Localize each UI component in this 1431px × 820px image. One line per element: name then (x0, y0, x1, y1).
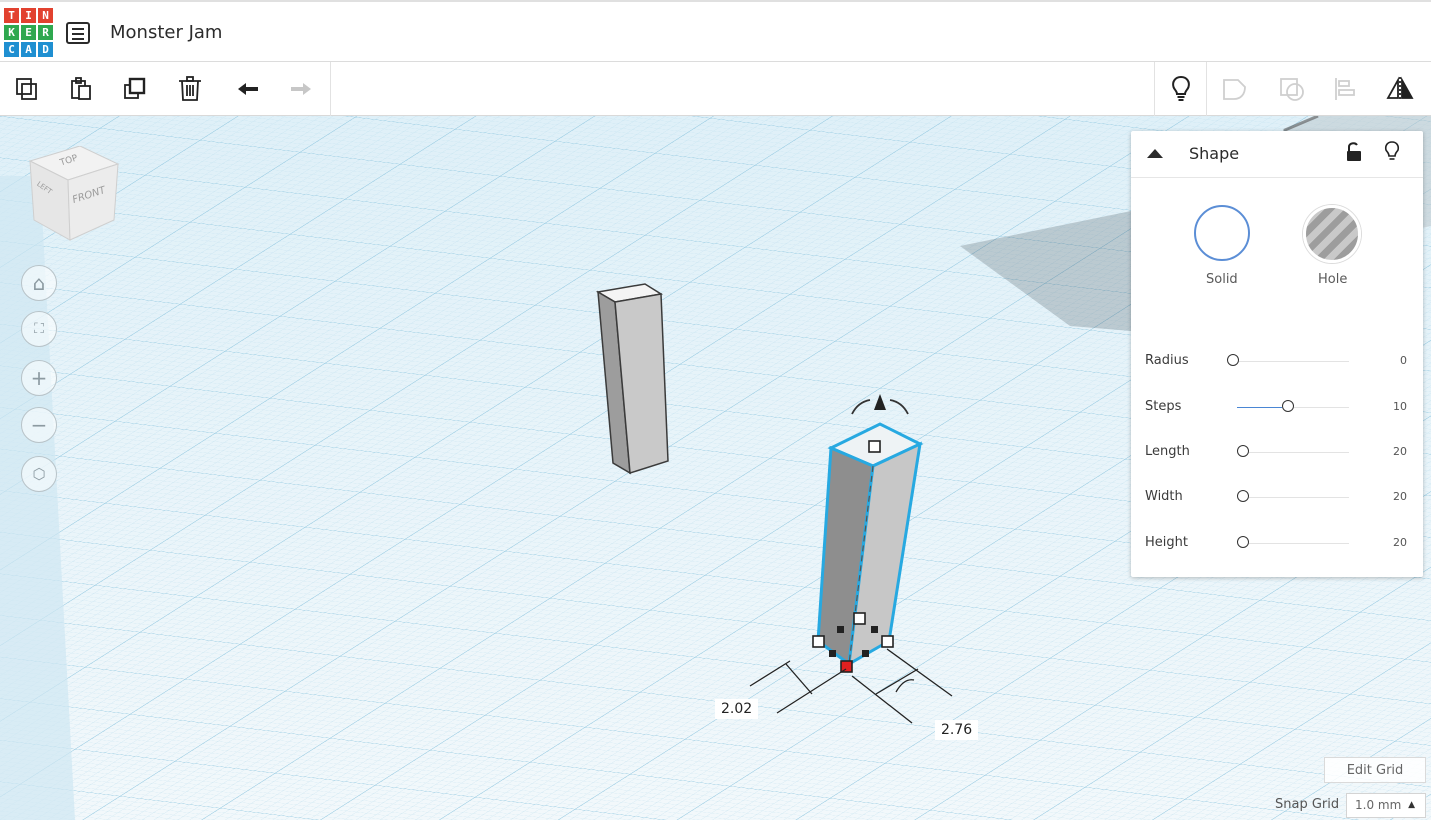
dimension-label-b[interactable]: 2.76 (935, 720, 979, 740)
prop-value[interactable]: 20 (1393, 536, 1407, 549)
home-icon: ⌂ (32, 271, 46, 295)
snap-grid-label: Snap Grid (1275, 797, 1340, 812)
perspective-button[interactable]: ⬡ (21, 456, 57, 492)
lock-icon[interactable] (1345, 141, 1363, 163)
prop-row-length: Length 20 (1145, 442, 1407, 462)
design-list-icon[interactable] (66, 22, 90, 44)
home-view-button[interactable]: ⌂ (21, 265, 57, 301)
edit-toolbar (0, 62, 1431, 116)
fit-icon: ⛶ (34, 321, 44, 337)
prop-row-height: Height 20 (1145, 533, 1407, 553)
snap-grid-select[interactable]: 1.0 mm ▲ (1346, 793, 1426, 818)
fit-view-button[interactable]: ⛶ (21, 311, 57, 347)
redo-icon[interactable] (284, 72, 318, 106)
tinkercad-logo[interactable]: T I N K E R C A D (4, 8, 54, 58)
hole-label: Hole (1318, 272, 1348, 287)
prop-row-radius: Radius 0 (1145, 351, 1407, 371)
zoom-in-icon: + (30, 366, 48, 390)
view-cube[interactable]: TOP FRONT LEFT (28, 145, 120, 244)
prop-row-width: Width 20 (1145, 487, 1407, 507)
snap-grid-value: 1.0 mm (1355, 798, 1402, 812)
zoom-in-button[interactable]: + (21, 360, 57, 396)
prop-slider-knob[interactable] (1237, 445, 1249, 457)
group-icon[interactable] (1218, 72, 1252, 106)
shape-panel-title: Shape (1189, 144, 1240, 163)
mirror-icon[interactable] (1383, 72, 1417, 106)
prop-value[interactable]: 20 (1393, 445, 1407, 458)
prop-row-steps: Steps 10 (1145, 397, 1407, 417)
prop-value[interactable]: 10 (1393, 400, 1407, 413)
prop-value[interactable]: 0 (1400, 354, 1407, 367)
caret-up-icon: ▲ (1408, 800, 1415, 810)
top-bar: T I N K E R C A D Monster Jam (0, 0, 1431, 62)
align-icon[interactable] (1328, 72, 1362, 106)
collapse-caret-icon[interactable] (1147, 149, 1163, 158)
prop-slider-track[interactable] (1237, 361, 1349, 362)
paste-icon[interactable] (64, 72, 98, 106)
prop-name: Width (1145, 489, 1183, 504)
duplicate-icon[interactable] (118, 72, 152, 106)
prop-slider-fill (1237, 407, 1282, 408)
shape-inspector-panel: Shape Solid Hole Radius 0 Steps 10 Length 20 W… (1131, 131, 1423, 577)
hole-button[interactable] (1303, 205, 1361, 263)
copy-icon[interactable] (10, 72, 44, 106)
zoom-out-icon: − (30, 413, 48, 437)
prop-slider-track[interactable] (1237, 452, 1349, 453)
undo-icon[interactable] (231, 72, 265, 106)
prop-value[interactable]: 20 (1393, 490, 1407, 503)
prop-slider-knob[interactable] (1282, 400, 1294, 412)
prop-slider-track[interactable] (1237, 543, 1349, 544)
trash-icon[interactable] (173, 72, 207, 106)
prop-slider-track[interactable] (1237, 497, 1349, 498)
ungroup-icon[interactable] (1275, 72, 1309, 106)
dimension-label-a[interactable]: 2.02 (715, 699, 759, 719)
prop-slider-knob[interactable] (1237, 490, 1249, 502)
prop-slider-knob[interactable] (1237, 536, 1249, 548)
panel-lightbulb-icon[interactable] (1383, 140, 1401, 164)
design-title[interactable]: Monster Jam (110, 22, 222, 43)
solid-button[interactable] (1194, 205, 1250, 261)
perspective-icon: ⬡ (32, 465, 46, 483)
prop-name: Length (1145, 444, 1190, 459)
lightbulb-icon[interactable] (1164, 72, 1198, 106)
prop-slider-knob[interactable] (1227, 354, 1239, 366)
prop-name: Height (1145, 535, 1188, 550)
prop-name: Radius (1145, 353, 1189, 368)
edit-grid-button[interactable]: Edit Grid (1324, 757, 1426, 783)
shape-panel-header: Shape (1131, 131, 1423, 178)
zoom-out-button[interactable]: − (21, 407, 57, 443)
solid-label: Solid (1206, 272, 1238, 287)
prop-name: Steps (1145, 399, 1182, 414)
